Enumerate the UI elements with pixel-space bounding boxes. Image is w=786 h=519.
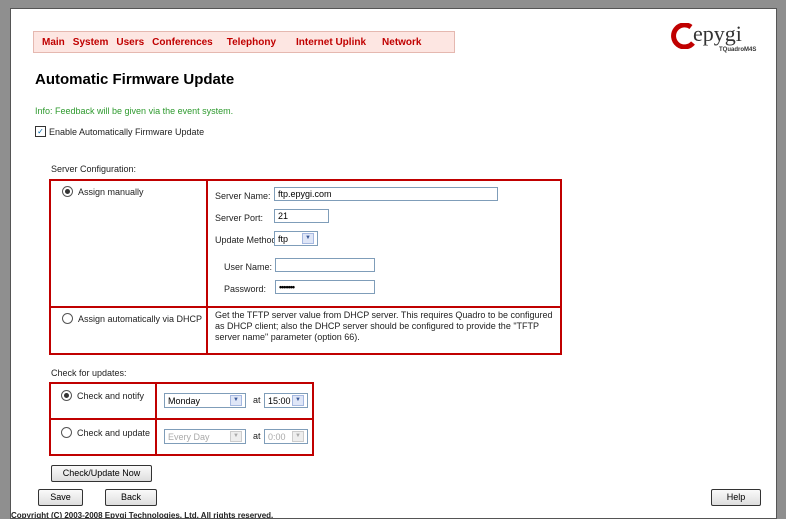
assign-manually-radio[interactable] bbox=[62, 186, 73, 197]
update-time-select[interactable]: 0:00 ▼ bbox=[264, 429, 308, 444]
server-port-label: Server Port: bbox=[215, 213, 264, 223]
server-config-label: Server Configuration: bbox=[51, 164, 137, 174]
notify-day-value: Monday bbox=[168, 395, 201, 406]
server-port-input[interactable]: 21 bbox=[274, 209, 329, 223]
server-config-row-divider bbox=[49, 306, 562, 308]
update-day-select[interactable]: Every Day ▼ bbox=[164, 429, 246, 444]
password-label: Password: bbox=[224, 284, 267, 294]
logo-wordmark: epygi bbox=[693, 21, 742, 46]
update-method-value: ftp bbox=[278, 233, 289, 244]
copyright-text: Copyright (C) 2003-2008 Epygi Technologi… bbox=[11, 511, 274, 519]
assign-manually-option[interactable]: Assign manually bbox=[62, 186, 144, 197]
check-update-now-button[interactable]: Check/Update Now bbox=[51, 465, 152, 482]
check-update-option[interactable]: Check and update bbox=[61, 427, 150, 438]
menu-item-network[interactable]: Network bbox=[382, 37, 421, 48]
check-notify-option[interactable]: Check and notify bbox=[61, 390, 144, 401]
chevron-down-icon: ▼ bbox=[230, 395, 242, 406]
chevron-down-icon: ▼ bbox=[292, 395, 304, 406]
server-name-input[interactable]: ftp.epygi.com bbox=[274, 187, 498, 201]
back-button[interactable]: Back bbox=[105, 489, 157, 506]
update-method-label: Update Method: bbox=[215, 235, 280, 245]
page-title: Automatic Firmware Update bbox=[35, 71, 235, 88]
assign-dhcp-option[interactable]: Assign automatically via DHCP bbox=[62, 313, 202, 324]
notify-time-value: 15:00 bbox=[268, 395, 291, 406]
update-day-value: Every Day bbox=[168, 431, 210, 442]
enable-auto-update[interactable]: ✓ Enable Automatically Firmware Update bbox=[35, 126, 204, 137]
menu-item-conferences[interactable]: Conferences bbox=[152, 37, 213, 48]
server-name-label: Server Name: bbox=[215, 191, 271, 201]
main-frame: Main System Users Conferences Telephony … bbox=[10, 8, 777, 519]
assign-manually-label: Assign manually bbox=[78, 186, 144, 197]
check-updates-label: Check for updates: bbox=[51, 368, 127, 378]
save-button[interactable]: Save bbox=[38, 489, 83, 506]
enable-checkbox[interactable]: ✓ bbox=[35, 126, 46, 137]
check-notify-radio[interactable] bbox=[61, 390, 72, 401]
chevron-down-icon: ▼ bbox=[292, 431, 304, 442]
dhcp-description: Get the TFTP server value from DHCP serv… bbox=[215, 310, 553, 342]
enable-label: Enable Automatically Firmware Update bbox=[49, 126, 205, 137]
check-update-radio[interactable] bbox=[61, 427, 72, 438]
check-update-label: Check and update bbox=[77, 427, 151, 438]
menu-item-system[interactable]: System bbox=[73, 37, 109, 48]
user-name-input[interactable] bbox=[275, 258, 375, 272]
menu-item-main[interactable]: Main bbox=[42, 37, 65, 48]
update-method-select[interactable]: ftp ▼ bbox=[274, 231, 318, 246]
help-button[interactable]: Help bbox=[711, 489, 761, 506]
assign-dhcp-radio[interactable] bbox=[62, 313, 73, 324]
check-updates-row-divider bbox=[49, 418, 314, 420]
update-time-value: 0:00 bbox=[268, 431, 286, 442]
user-name-label: User Name: bbox=[224, 262, 273, 272]
assign-dhcp-label: Assign automatically via DHCP bbox=[78, 313, 203, 324]
epygi-logo: epygi TQuadroM4S bbox=[671, 19, 771, 59]
notify-at-label: at bbox=[253, 395, 261, 405]
info-text: Info: Feedback will be given via the eve… bbox=[35, 106, 234, 116]
menu-item-users[interactable]: Users bbox=[116, 37, 144, 48]
notify-day-select[interactable]: Monday ▼ bbox=[164, 393, 246, 408]
menu-item-internet-uplink[interactable]: Internet Uplink bbox=[296, 37, 366, 48]
chevron-down-icon: ▼ bbox=[302, 233, 314, 244]
notify-time-select[interactable]: 15:00 ▼ bbox=[264, 393, 308, 408]
server-config-divider bbox=[206, 179, 208, 355]
menu-item-telephony[interactable]: Telephony bbox=[227, 37, 276, 48]
logo-model: TQuadroM4S bbox=[719, 47, 757, 53]
chevron-down-icon: ▼ bbox=[230, 431, 242, 442]
main-menu: Main System Users Conferences Telephony … bbox=[33, 31, 455, 53]
update-at-label: at bbox=[253, 431, 261, 441]
check-notify-label: Check and notify bbox=[77, 390, 145, 401]
password-input[interactable]: ••••••• bbox=[275, 280, 375, 294]
